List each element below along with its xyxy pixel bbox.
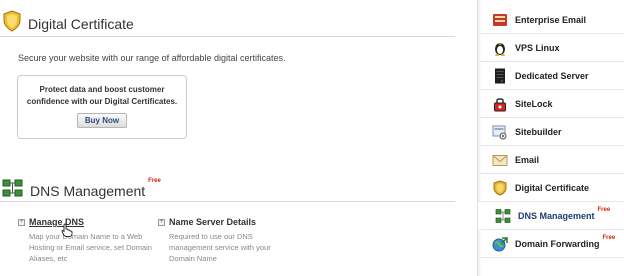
sidebar-item-label: Enterprise Email <box>515 14 587 25</box>
divider <box>0 201 455 202</box>
sitebuilder-icon <box>492 124 508 140</box>
sidebar-item-label: SiteLock <box>515 98 553 109</box>
sidebar-item-dns-management[interactable]: DNS ManagementFree <box>478 202 624 230</box>
buy-now-button[interactable]: Buy Now <box>76 113 128 128</box>
name-server-details-link[interactable]: Name Server Details <box>169 217 256 227</box>
hand-cursor-icon <box>61 223 73 237</box>
section-title: DNS ManagementFree <box>30 177 161 199</box>
certificate-intro-text: Secure your website with our range of af… <box>18 53 286 63</box>
sidebar-item-label: Sitebuilder <box>515 126 562 137</box>
manage-dns-link[interactable]: Manage DNS <box>29 217 84 227</box>
sidebar-item-label: DNS ManagementFree <box>518 206 611 221</box>
sidebar-item-label: Email <box>515 154 540 165</box>
sidebar-item-dedicated-server[interactable]: Dedicated Server <box>478 62 624 90</box>
digital-certificate-header: Digital Certificate <box>2 10 134 37</box>
certificate-shield-icon <box>492 179 508 196</box>
linux-penguin-icon <box>492 40 508 56</box>
sidebar-item-label: Dedicated Server <box>515 70 589 81</box>
main-content: Digital Certificate Secure your website … <box>0 0 470 276</box>
sidebar-item-label: VPS Linux <box>515 42 560 53</box>
dns-network-icon <box>2 178 24 203</box>
sitelock-icon <box>492 96 508 112</box>
sidebar-item-sitelock[interactable]: SiteLock <box>478 90 624 118</box>
name-server-details-item: + Name Server Details Required to use ou… <box>158 217 298 264</box>
email-envelope-icon <box>492 152 508 168</box>
dns-management-header: DNS ManagementFree <box>2 178 161 203</box>
sidebar-item-email[interactable]: Email <box>478 146 624 174</box>
certificate-promo-box: Protect data and boost customer confiden… <box>17 75 187 139</box>
server-icon <box>492 68 508 84</box>
domain-forwarding-icon <box>492 236 508 252</box>
promo-text: Protect data and boost customer confiden… <box>26 85 178 106</box>
dns-network-icon <box>495 208 511 224</box>
free-badge: Free <box>597 206 611 213</box>
sidebar: Enterprise Email VPS Linux Dedicated Ser… <box>477 0 624 276</box>
sidebar-item-vps-linux[interactable]: VPS Linux <box>478 34 624 62</box>
free-badge: Free <box>148 177 161 184</box>
sidebar-item-domain-forwarding[interactable]: Domain ForwardingFree <box>478 230 624 258</box>
sidebar-item-sitebuilder[interactable]: Sitebuilder <box>478 118 624 146</box>
certificate-shield-icon <box>2 10 22 37</box>
section-title: Digital Certificate <box>28 15 134 32</box>
manage-dns-description: Map your Domain Name to a Web Hosting or… <box>29 232 152 263</box>
free-badge: Free <box>602 234 616 241</box>
expand-bullet-icon: + <box>18 218 25 226</box>
sidebar-item-enterprise-email[interactable]: Enterprise Email <box>478 6 624 34</box>
expand-bullet-icon: + <box>158 218 165 226</box>
divider <box>0 36 455 37</box>
sidebar-item-label: Digital Certificate <box>515 182 590 193</box>
manage-dns-item: + Manage DNS Map your Domain Name to a W… <box>18 217 158 264</box>
name-server-details-description: Required to use our DNS management servi… <box>169 232 271 263</box>
sidebar-item-label: Domain ForwardingFree <box>515 234 616 249</box>
enterprise-email-icon <box>492 12 508 28</box>
sidebar-item-digital-certificate[interactable]: Digital Certificate <box>478 174 624 202</box>
